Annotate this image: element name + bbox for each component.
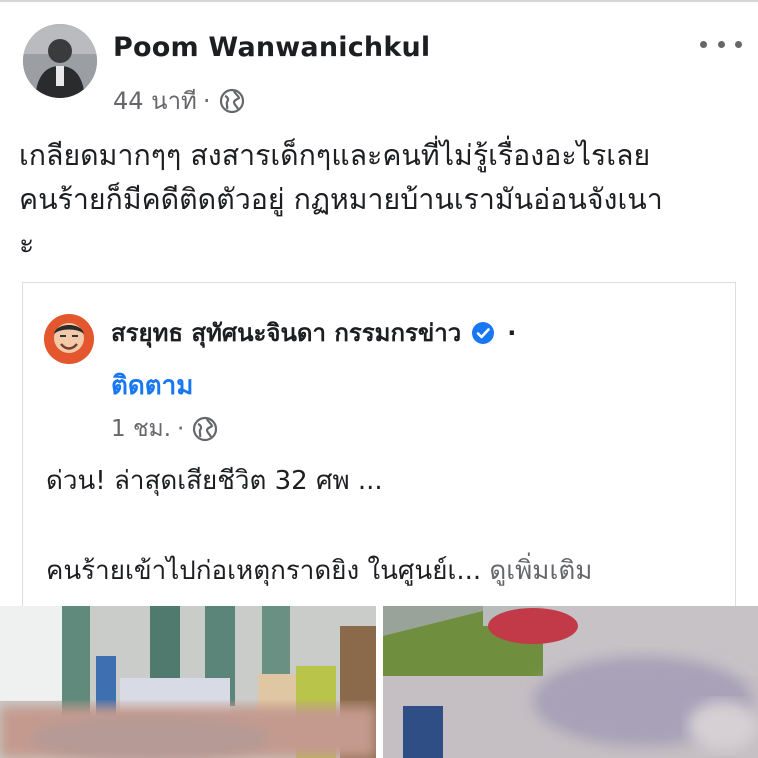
attached-photo[interactable] (0, 606, 376, 758)
post-author-name[interactable]: Poom Wanwanichkul (113, 32, 430, 63)
meta-separator: · (177, 416, 185, 442)
shared-text-body: คนร้ายเข้าไปก่อเหตุกราดยิง ในศูนย์เ... ด… (46, 550, 592, 591)
globe-icon (192, 416, 218, 442)
globe-icon (219, 88, 245, 114)
verified-badge-icon (471, 321, 495, 345)
shared-author-avatar[interactable] (44, 314, 94, 364)
post-text-line: ะ (19, 227, 35, 260)
shared-text-snippet: คนร้ายเข้าไปก่อเหตุกราดยิง ในศูนย์เ... (46, 556, 482, 586)
top-divider (0, 0, 758, 2)
post-text: เกลียดมากๆๆ สงสารเด็กๆและคนที่ไม่รู้เรื่… (19, 134, 744, 266)
more-options-icon[interactable] (700, 34, 742, 54)
shared-author-name[interactable]: สรยุทธ สุทัศนะจินดา กรรมกรข่าว (111, 313, 461, 352)
shared-meta: 1 ชม. · (111, 411, 218, 447)
post-text-line: เกลียดมากๆๆ สงสารเด็กๆและคนที่ไม่รู้เรื่… (19, 139, 651, 172)
shared-timestamp[interactable]: 1 ชม. (111, 411, 171, 447)
post-meta: 44 นาที · (113, 81, 245, 120)
name-separator: · (507, 318, 517, 347)
shared-author-row: สรยุทธ สุทัศนะจินดา กรรมกรข่าว · (111, 313, 516, 352)
meta-separator: · (202, 86, 211, 115)
attached-photo[interactable] (383, 606, 758, 758)
shared-text-headline: ด่วน! ล่าสุดเสียชีวิต 32 ศพ ... (46, 466, 383, 496)
post-text-line: คนร้ายก็มีคดีติดตัวอยู่ กฏหมายบ้านเรามัน… (19, 183, 663, 216)
author-avatar[interactable] (23, 24, 97, 98)
post-timestamp[interactable]: 44 นาที (113, 81, 197, 120)
follow-button[interactable]: ติดตาม (111, 365, 193, 406)
see-more-link[interactable]: ดูเพิ่มเติม (489, 556, 592, 586)
